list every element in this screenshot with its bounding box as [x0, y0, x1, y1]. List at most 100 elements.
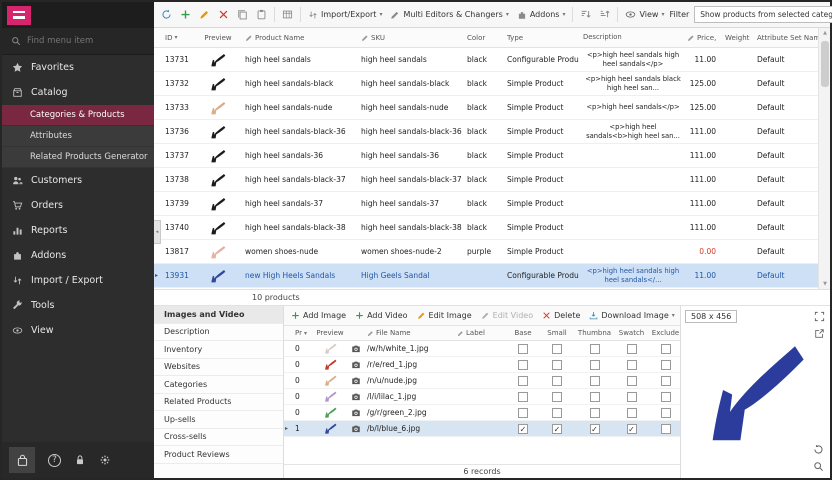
column-header-type[interactable]: Type [503, 34, 579, 42]
add-video-button[interactable]: Add Video [355, 311, 407, 320]
checkbox-swatch[interactable] [627, 408, 637, 418]
image-row[interactable]: 0 /w/h/white_1.jpg [284, 341, 680, 357]
column-header-weight[interactable]: Weight [721, 34, 753, 42]
product-row[interactable]: 13736 high heel sandals-black-36 high he… [154, 120, 818, 144]
sidebar-item-orders[interactable]: Orders [2, 193, 154, 218]
hamburger-menu-button[interactable] [7, 6, 31, 25]
image-row[interactable]: 0 /g/r/green_2.jpg [284, 405, 680, 421]
rotate-button[interactable] [813, 444, 824, 455]
checkbox-base[interactable] [518, 360, 528, 370]
add-product-button[interactable] [177, 7, 194, 22]
tab-up-sells[interactable]: Up-sells [154, 411, 283, 429]
lock-button[interactable] [74, 454, 86, 466]
product-row[interactable]: 13738 high heel sandals-black-37 high he… [154, 168, 818, 192]
tab-product-reviews[interactable]: Product Reviews [154, 446, 283, 464]
checkbox-base[interactable] [518, 408, 528, 418]
product-row[interactable]: 13731 high heel sandals high heel sandal… [154, 48, 818, 72]
checkbox-base[interactable] [518, 376, 528, 386]
addons-menu[interactable]: Addons▾ [514, 8, 569, 22]
image-row[interactable]: 0 /r/e/red_1.jpg [284, 357, 680, 373]
column-header-price[interactable]: Price, [683, 34, 721, 42]
tab-images-and-video[interactable]: Images and Video [154, 306, 283, 324]
refresh-button[interactable] [158, 7, 175, 22]
checkbox-exclude[interactable] [661, 408, 671, 418]
column-header-small[interactable]: Small [540, 329, 574, 337]
checkbox-exclude[interactable] [661, 424, 671, 434]
checkbox-small[interactable] [552, 408, 562, 418]
checkbox-small[interactable] [552, 376, 562, 386]
sidebar-item-addons[interactable]: Addons [2, 243, 154, 268]
tab-cross-sells[interactable]: Cross-sells [154, 429, 283, 447]
sidebar-item-favorites[interactable]: Favorites [2, 55, 154, 80]
delete-product-button[interactable] [215, 7, 232, 22]
collapse-panel-handle[interactable]: ◂ [154, 220, 161, 244]
vertical-scrollbar[interactable]: ▲ ▼ [818, 28, 830, 289]
column-header-attribute-set[interactable]: Attribute Set Name [753, 34, 818, 42]
checkbox-small[interactable] [552, 360, 562, 370]
sidebar-search[interactable] [2, 28, 154, 55]
column-header-swatch[interactable]: Swatch [612, 329, 648, 337]
checkbox-thumbnail[interactable] [590, 408, 600, 418]
product-row[interactable]: 13817 women shoes-nude women shoes-nude-… [154, 240, 818, 264]
checkbox-small[interactable] [552, 392, 562, 402]
product-row[interactable]: 13737 high heel sandals-36 high heel san… [154, 144, 818, 168]
edit-product-button[interactable] [196, 7, 213, 22]
column-header-product-name[interactable]: Product Name [241, 34, 357, 42]
sidebar-item-tools[interactable]: Tools [2, 293, 154, 318]
scrollbar-thumb[interactable] [821, 41, 829, 87]
sidebar-item-categories-products[interactable]: Categories & Products [2, 105, 154, 126]
menu-search-input[interactable] [27, 36, 137, 46]
import-export-menu[interactable]: Import/Export▾ [305, 8, 385, 22]
tab-categories[interactable]: Categories [154, 376, 283, 394]
tab-inventory[interactable]: Inventory [154, 341, 283, 359]
tab-related-products[interactable]: Related Products [154, 394, 283, 412]
column-header-description[interactable]: Description [579, 33, 683, 41]
scroll-down-arrow-icon[interactable]: ▼ [819, 281, 831, 287]
product-row[interactable]: 13732 high heel sandals-black high heel … [154, 72, 818, 96]
image-row[interactable]: 0 /l/i/lilac_1.jpg [284, 389, 680, 405]
column-header-position[interactable]: Pr▾ [292, 329, 312, 337]
settings-button[interactable] [99, 454, 111, 466]
checkbox-exclude[interactable] [661, 392, 671, 402]
edit-image-button[interactable]: Edit Image [417, 311, 472, 320]
checkbox-small[interactable] [552, 344, 562, 354]
checkbox-thumbnail[interactable]: ✓ [590, 424, 600, 434]
column-header-thumbnail[interactable]: Thumbna [574, 329, 612, 337]
checkbox-swatch[interactable] [627, 376, 637, 386]
column-header-sku[interactable]: SKU [357, 34, 463, 42]
delete-image-button[interactable]: Delete [542, 311, 580, 320]
checkbox-base[interactable] [518, 392, 528, 402]
help-button[interactable]: ? [48, 454, 61, 467]
checkbox-exclude[interactable] [661, 376, 671, 386]
tab-description[interactable]: Description [154, 324, 283, 342]
download-image-button[interactable]: Download Image▾ [589, 311, 674, 320]
checkbox-base[interactable] [518, 344, 528, 354]
checkbox-base[interactable]: ✓ [518, 424, 528, 434]
checkbox-swatch[interactable]: ✓ [627, 424, 637, 434]
sidebar-item-related-products-generator[interactable]: Related Products Generator [2, 147, 154, 168]
product-row-selected[interactable]: 13931 new High Heels Sandals High Geels … [154, 264, 818, 288]
checkbox-thumbnail[interactable] [590, 360, 600, 370]
column-header-label[interactable]: Label [454, 329, 506, 337]
copy-button[interactable] [234, 7, 251, 22]
image-row[interactable]: 0 /n/u/nude.jpg [284, 373, 680, 389]
product-row[interactable]: 13733 high heel sandals-nude high heel s… [154, 96, 818, 120]
checkbox-swatch[interactable] [627, 344, 637, 354]
zoom-button[interactable] [813, 461, 824, 472]
column-header-preview[interactable]: Preview [195, 34, 241, 42]
tab-websites[interactable]: Websites [154, 359, 283, 377]
image-row-selected[interactable]: 1 /b/l/blue_6.jpg ✓ ✓ ✓ ✓ [284, 421, 680, 437]
sort-ascending-button[interactable] [577, 7, 594, 22]
sidebar-item-view[interactable]: View [2, 318, 154, 343]
checkbox-thumbnail[interactable] [590, 376, 600, 386]
checkbox-exclude[interactable] [661, 360, 671, 370]
filter-scope-select[interactable]: Show products from selected categories▾ [694, 6, 832, 23]
product-row[interactable]: 13739 high heel sandals-37 high heel san… [154, 192, 818, 216]
column-header-preview[interactable]: Preview [312, 329, 348, 337]
sort-descending-button[interactable] [596, 7, 613, 22]
column-header-exclude[interactable]: Exclude [648, 329, 680, 337]
fullscreen-button[interactable] [814, 311, 825, 322]
sidebar-item-catalog[interactable]: Catalog [2, 80, 154, 105]
checkbox-thumbnail[interactable] [590, 392, 600, 402]
store-button[interactable] [9, 447, 35, 473]
